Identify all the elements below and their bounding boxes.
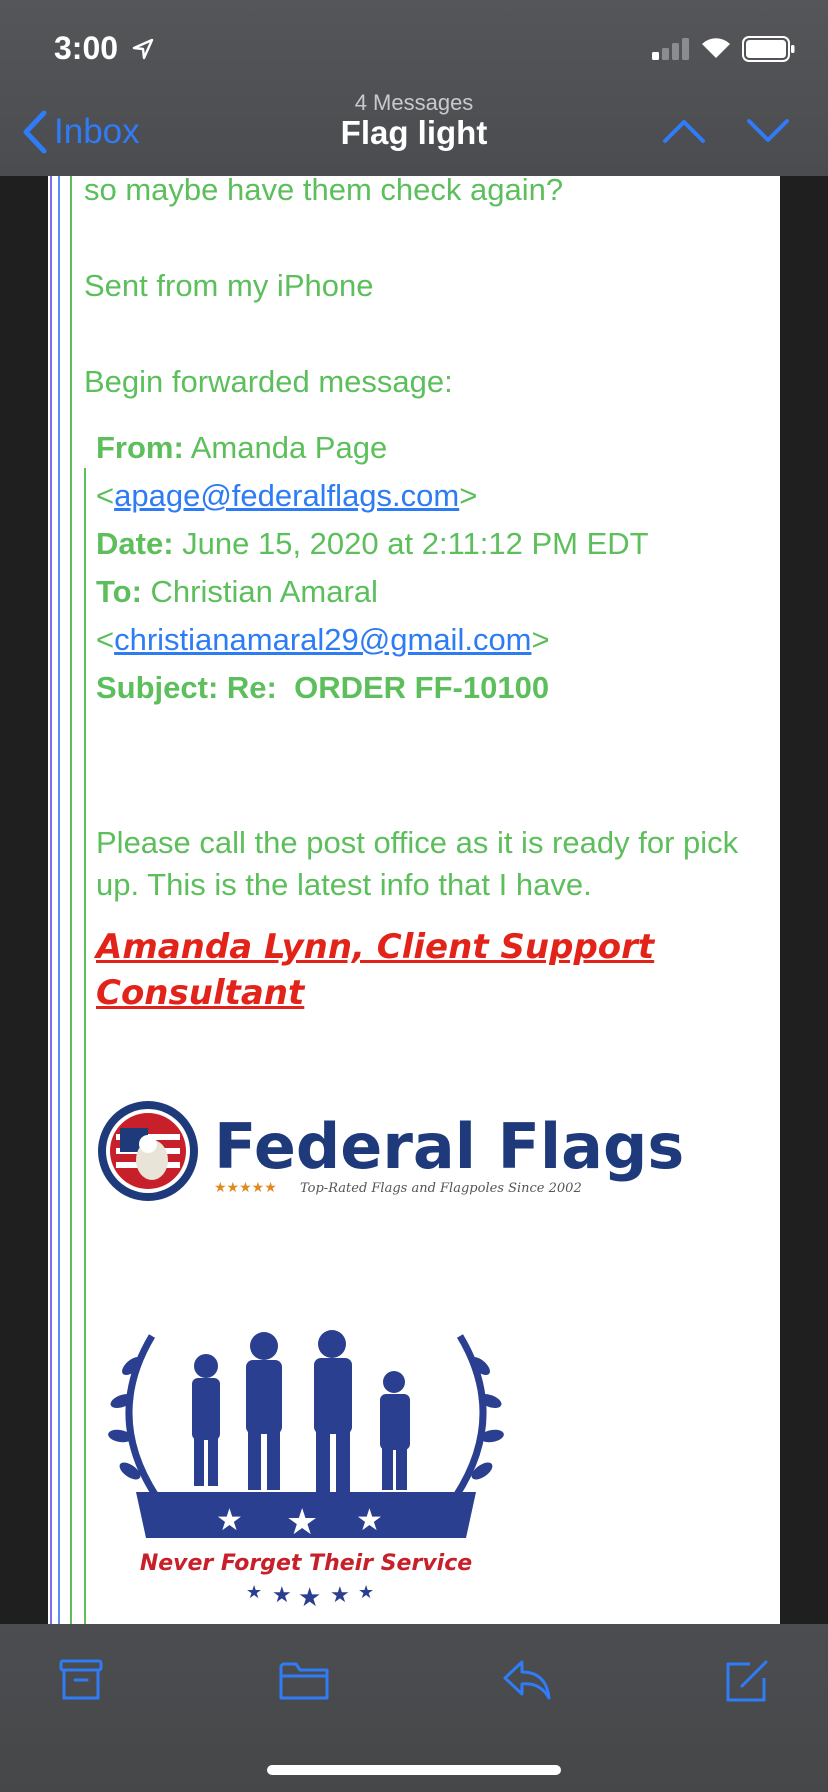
svg-text:★: ★	[330, 1582, 350, 1606]
from-email-row: <apage@federalflags.com>	[96, 478, 478, 513]
from-label: From:	[96, 430, 184, 465]
svg-text:★: ★	[246, 1582, 262, 1602]
date-label: Date:	[96, 526, 174, 561]
five-star-rating-icon: ★★★★★	[214, 1179, 277, 1195]
status-time: 3:00	[54, 30, 119, 66]
never-forget-soldiers-badge: ★ ★ ★ Never Forget Their Service ★ ★ ★ ★…	[108, 1330, 504, 1606]
date-value: June 15, 2020 at 2:11:12 PM EDT	[182, 526, 649, 561]
to-row: To: Christian Amaral	[96, 568, 766, 616]
from-email-link[interactable]: apage@federalflags.com	[114, 478, 459, 513]
to-email-row: <christianamaral29@gmail.com>	[96, 622, 550, 657]
forwarded-body: Please call the post office as it is rea…	[96, 825, 739, 902]
top-bar: 3:00 Inbox 4 Messages Flag light	[0, 0, 828, 176]
cellular-signal-icon	[652, 38, 689, 60]
next-message-chevron-down-icon[interactable]	[746, 118, 790, 144]
to-name: Christian Amaral	[150, 574, 378, 609]
compose-icon[interactable]	[724, 1658, 770, 1704]
svg-text:★: ★	[358, 1582, 374, 1602]
quote-line-blue	[58, 176, 60, 1624]
reply-icon[interactable]	[502, 1658, 552, 1702]
subject-row: Subject: Re: ORDER FF-10100	[96, 664, 766, 712]
quote-line-green	[70, 176, 72, 1624]
previous-message-chevron-up-icon[interactable]	[662, 118, 706, 144]
subject-label: Subject:	[96, 670, 219, 705]
from-row: From: Amanda Page	[96, 424, 766, 472]
svg-text:★: ★	[298, 1582, 321, 1606]
date-row: Date: June 15, 2020 at 2:11:12 PM EDT	[96, 520, 766, 568]
reply-text: so maybe have them check again? Sent fro…	[84, 176, 764, 406]
partial-line: so maybe have them check again?	[84, 176, 564, 207]
message-count: 4 Messages	[354, 90, 474, 115]
email-body[interactable]: so maybe have them check again? Sent fro…	[48, 176, 780, 1624]
to-label: To:	[96, 574, 142, 609]
forward-intro: Begin forwarded message:	[84, 364, 453, 399]
sent-from-line: Sent from my iPhone	[84, 268, 374, 303]
archive-icon[interactable]	[58, 1658, 104, 1702]
signature: Amanda Lynn, Client Support Consultant	[96, 927, 655, 1013]
svg-text:★: ★	[356, 1504, 383, 1537]
quote-line-purple	[50, 176, 52, 1624]
wifi-icon	[702, 38, 730, 58]
federal-flags-tagline: Top-Rated Flags and Flagpoles Since 2002	[300, 1181, 582, 1196]
quote-line-inner	[84, 468, 86, 1624]
battery-icon	[742, 36, 795, 62]
svg-text:★: ★	[286, 1501, 318, 1542]
federal-flags-logo: Federal Flags Top-Rated Flags and Flagpo…	[98, 1101, 684, 1201]
folder-icon[interactable]	[278, 1658, 330, 1702]
location-arrow-icon	[132, 38, 154, 60]
badge-caption: Never Forget Their Service	[140, 1551, 472, 1576]
federal-flags-wordmark: Federal Flags	[214, 1110, 684, 1183]
svg-text:★: ★	[272, 1582, 292, 1606]
home-indicator[interactable]	[267, 1765, 561, 1775]
subject-value: Re: ORDER FF-10100	[226, 670, 550, 705]
forwarded-message: From: Amanda Page <apage@federalflags.co…	[96, 424, 766, 1016]
to-email-link[interactable]: christianamaral29@gmail.com	[114, 622, 531, 657]
svg-text:★: ★	[216, 1504, 243, 1537]
from-name: Amanda Page	[190, 430, 388, 465]
